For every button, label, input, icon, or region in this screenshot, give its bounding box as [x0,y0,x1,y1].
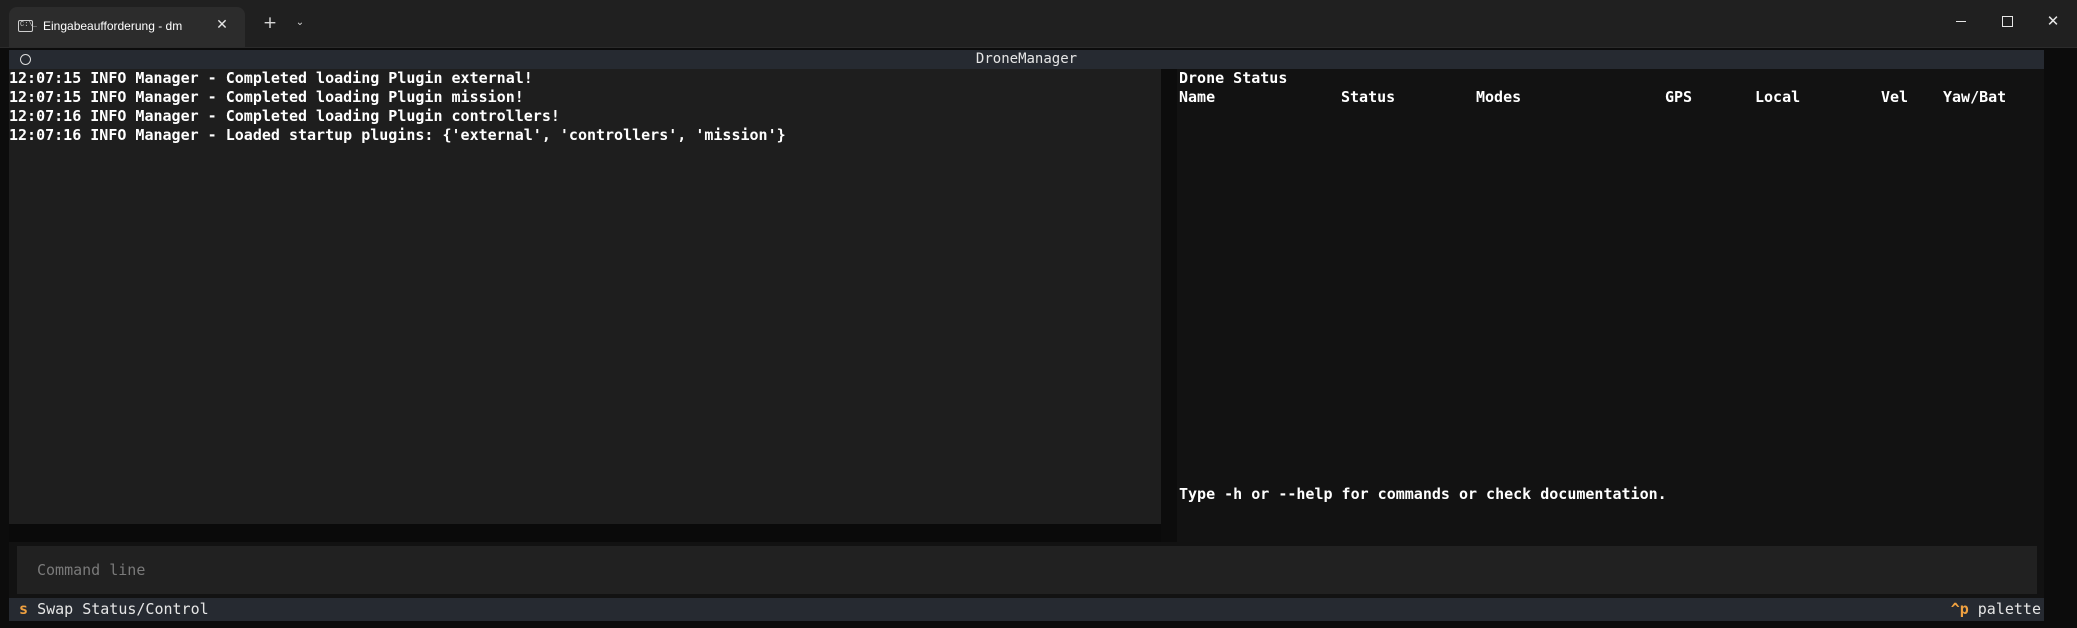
close-window-button[interactable]: ✕ [2030,0,2076,43]
title-bar: C:\_ Eingabeaufforderung - dm ✕ + ⌄ ✕ [0,0,2077,48]
help-hint: Type -h or --help for commands or check … [1179,485,1667,503]
log-line: 12:07:15 INFO Manager - Completed loadin… [9,88,524,106]
log-horizontal-scrollbar[interactable] [9,524,1161,542]
minimize-button[interactable] [1938,0,1984,43]
minimize-icon [1956,20,1966,22]
terminal-tab[interactable]: C:\_ Eingabeaufforderung - dm ✕ [9,7,245,47]
command-area [9,542,2044,598]
tab-title: Eingabeaufforderung - dm [43,19,183,33]
app-header: DroneManager [9,50,2044,69]
footer-bar: s Swap Status/Control ^p palette [9,598,2044,621]
column-header-vel: Vel [1881,88,1909,106]
column-header-local: Local [1755,88,1801,106]
command-prompt-icon: C:\_ [18,20,37,32]
swap-key: s [19,600,29,618]
column-header-modes: Modes [1476,88,1522,106]
new-tab-button[interactable]: + [260,13,280,33]
footer-palette-binding[interactable]: ^p palette [1951,598,2041,621]
app-title: DroneManager [975,51,1078,67]
command-line-input[interactable] [17,546,2037,594]
drone-status-pane: Drone Status Name Status Modes GPS Local… [1177,69,2044,542]
maximize-button[interactable] [1984,0,2030,43]
palette-key: ^p [1950,600,1969,618]
log-line: 12:07:16 INFO Manager - Loaded startup p… [9,126,786,144]
log-line: 12:07:15 INFO Manager - Completed loadin… [9,69,533,87]
footer-swap-binding[interactable]: s Swap Status/Control [19,598,209,621]
column-header-yaw-bat: Yaw/Bat [1943,88,2007,106]
log-line: 12:07:16 INFO Manager - Completed loadin… [9,107,560,125]
column-header-status: Status [1341,88,1396,106]
close-tab-icon[interactable]: ✕ [213,16,231,34]
log-pane[interactable]: 12:07:15 INFO Manager - Completed loadin… [9,69,1161,524]
tab-dropdown-icon[interactable]: ⌄ [290,13,310,33]
swap-label: Swap Status/Control [37,600,209,618]
palette-label: palette [1977,600,2041,618]
column-header-gps: GPS [1665,88,1693,106]
drone-status-heading: Drone Status [1179,69,1288,87]
maximize-icon [2001,16,2013,27]
column-header-name: Name [1179,88,1216,106]
